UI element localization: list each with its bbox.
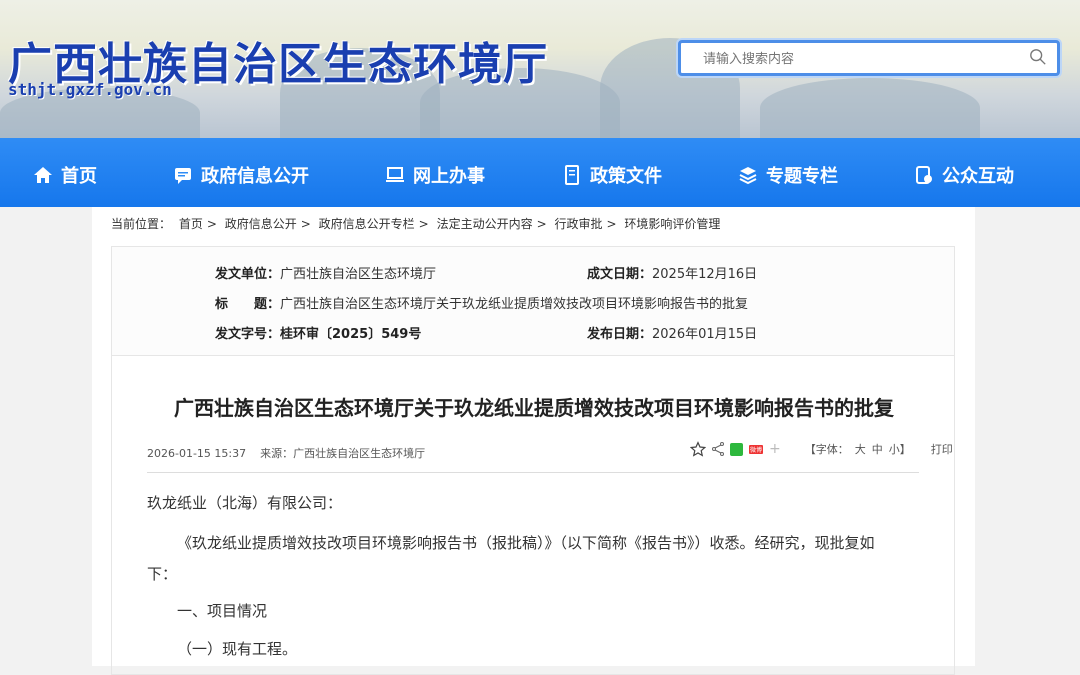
print-button[interactable]: 打印: [931, 441, 953, 457]
nav-gov-info[interactable]: 政府信息公开: [173, 162, 309, 188]
nav-label: 政府信息公开: [201, 166, 309, 187]
issuer-value: 广西壮族自治区生态环境厅: [280, 267, 437, 282]
article-info: 2026-01-15 15:37 来源：广西壮族自治区生态环境厅: [147, 445, 425, 461]
breadcrumb: 当前位置： 首页 > 政府信息公开 > 政府信息公开专栏 > 法定主动公开内容 > 行政…: [111, 215, 724, 232]
breadcrumb-sep: >: [606, 217, 617, 231]
paragraph: 下：: [147, 565, 178, 583]
breadcrumb-link[interactable]: 行政审批: [554, 217, 602, 231]
breadcrumb-link[interactable]: 法定主动公开内容: [437, 217, 533, 231]
nav-policy[interactable]: 政策文件: [562, 162, 662, 188]
nav-label: 网上办事: [413, 166, 485, 187]
title-label: 标 题：: [215, 297, 281, 312]
paragraph: 玖龙纸业（北海）有限公司：: [147, 494, 343, 512]
nav-home[interactable]: 首页: [33, 162, 97, 188]
site-url: sthjt.gxzf.gov.cn: [8, 80, 172, 99]
nav-label: 公众互动: [942, 166, 1014, 187]
number-value: 桂环审〔2025〕549号: [280, 327, 422, 342]
font-size-label: 【字体：: [804, 443, 849, 456]
laptop-icon: [386, 167, 404, 182]
document-meta: 发文单位：广西壮族自治区生态环境厅 成文日期：2025年12月16日 标 题：广…: [111, 246, 955, 356]
more-share-icon[interactable]: +: [769, 441, 781, 457]
nav-label: 政策文件: [590, 166, 662, 187]
main-nav: 首页 政府信息公开 网上办事 政策文件 专题专栏 公众互动: [0, 138, 1080, 207]
source-label: 来源：: [260, 447, 294, 460]
paragraph: 一、项目情况: [177, 602, 268, 620]
number-label: 发文字号：: [215, 327, 281, 342]
nav-online-service[interactable]: 网上办事: [385, 162, 485, 188]
font-small-button[interactable]: 小】: [889, 441, 911, 457]
search-input[interactable]: [703, 43, 1023, 73]
breadcrumb-sep: >: [300, 217, 311, 231]
created-label: 成文日期：: [587, 267, 653, 282]
document-icon: [565, 165, 579, 185]
issuer-label: 发文单位：: [215, 267, 281, 282]
home-icon: [34, 167, 52, 183]
breadcrumb-sep: >: [536, 217, 547, 231]
weibo-icon[interactable]: 微博: [749, 444, 764, 454]
paragraph: （一）现有工程。: [177, 640, 298, 658]
info-icon: [175, 168, 191, 184]
search-box: [678, 40, 1060, 76]
article-tools: 微博 + 【字体： 大 中 小】 打印: [690, 441, 953, 457]
font-medium-button[interactable]: 中: [872, 441, 883, 457]
share-icon[interactable]: [712, 442, 724, 456]
article-datetime: 2026-01-15 15:37: [147, 447, 247, 460]
source-value: 广西壮族自治区生态环境厅: [293, 447, 426, 460]
breadcrumb-link[interactable]: 环境影响评价管理: [624, 217, 720, 231]
nav-label: 首页: [61, 166, 97, 187]
chat-icon: [916, 166, 932, 184]
breadcrumb-link[interactable]: 政府信息公开: [225, 217, 297, 231]
breadcrumb-link[interactable]: 首页: [179, 217, 203, 231]
published-label: 发布日期：: [587, 327, 653, 342]
article: 广西壮族自治区生态环境厅关于玖龙纸业提质增效技改项目环境影响报告书的批复 202…: [111, 355, 955, 675]
wechat-icon[interactable]: [730, 442, 743, 456]
published-value: 2026年01月15日: [652, 327, 758, 342]
font-large-button[interactable]: 大: [855, 441, 866, 457]
article-title: 广西壮族自治区生态环境厅关于玖龙纸业提质增效技改项目环境影响报告书的批复: [174, 396, 894, 420]
paragraph: 《玖龙纸业提质增效技改项目环境影响报告书（报批稿）》（以下简称《报告书》）收悉。…: [177, 534, 875, 552]
breadcrumb-link[interactable]: 政府信息公开专栏: [319, 217, 415, 231]
breadcrumb-sep: >: [418, 217, 429, 231]
layers-icon: [739, 167, 757, 185]
breadcrumb-label: 当前位置：: [111, 217, 172, 231]
divider: [147, 472, 919, 473]
star-icon[interactable]: [690, 441, 706, 457]
breadcrumb-sep: >: [206, 217, 217, 231]
nav-topics[interactable]: 专题专栏: [738, 162, 838, 188]
title-value: 广西壮族自治区生态环境厅关于玖龙纸业提质增效技改项目环境影响报告书的批复: [280, 297, 749, 312]
created-value: 2025年12月16日: [652, 267, 758, 282]
nav-interaction[interactable]: 公众互动: [914, 162, 1014, 188]
nav-label: 专题专栏: [766, 166, 838, 187]
site-header: 广西壮族自治区生态环境厅 sthjt.gxzf.gov.cn: [0, 0, 1080, 138]
search-icon[interactable]: [1029, 48, 1047, 66]
